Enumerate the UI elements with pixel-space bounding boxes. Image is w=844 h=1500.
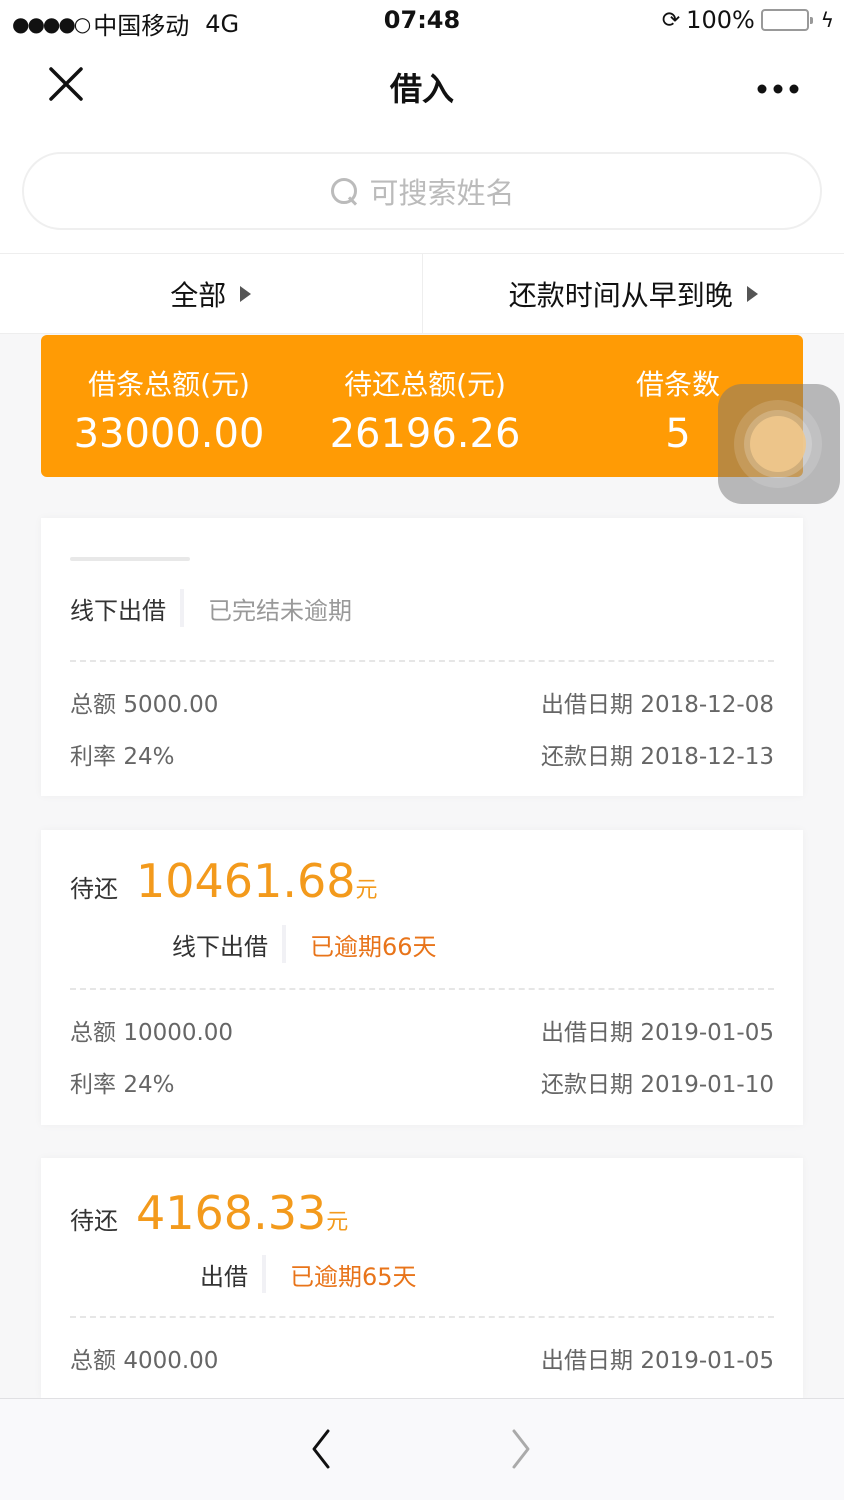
- back-button[interactable]: [300, 1427, 340, 1471]
- loan-tags: 出借 已逾期65天: [70, 1254, 774, 1294]
- more-icon: [757, 84, 799, 94]
- loan-repay-date: 还款日期 2019-01-10: [541, 1072, 774, 1098]
- loan-type: 线下出借: [70, 596, 166, 625]
- summary-due-label: 待还总额(元): [344, 368, 506, 401]
- due-amount: 10461.68: [136, 854, 356, 908]
- battery-percent: 100%: [686, 6, 755, 34]
- forward-button[interactable]: [500, 1427, 540, 1471]
- loan-tags: 线下出借 已完结未逾期: [70, 588, 774, 628]
- summary-panel: 借条总额(元) 33000.00 待还总额(元) 26196.26 借条数 5: [41, 335, 803, 477]
- assistive-touch-button[interactable]: [718, 384, 840, 504]
- page-title: 借入: [389, 70, 454, 108]
- loan-lend-date: 出借日期 2019-01-05: [541, 1020, 774, 1046]
- loan-due: 待还 10461.68元: [70, 830, 774, 908]
- loan-due: 待还 4168.33元: [70, 1158, 774, 1240]
- loan-status: 已完结未逾期: [208, 596, 352, 625]
- more-button[interactable]: [756, 62, 800, 106]
- loan-info: 总额 4000.00 出借日期 2019-01-05: [41, 1318, 803, 1384]
- nav-bar: 借入: [0, 44, 844, 130]
- chevron-right-icon: [512, 1429, 530, 1469]
- filter-label: 全部: [170, 278, 227, 312]
- search-section: 可搜索姓名: [0, 130, 844, 254]
- loan-card[interactable]: 线下出借 已完结未逾期 总额 5000.00 出借日期 2018-12-08 利…: [41, 518, 803, 796]
- loan-status: 已逾期65天: [290, 1262, 417, 1291]
- summary-due: 待还总额(元) 26196.26: [297, 335, 553, 477]
- due-label: 待还: [70, 1207, 118, 1235]
- loan-rate: 利率 24%: [70, 744, 175, 770]
- filter-sort-dropdown[interactable]: 还款时间从早到晚: [421, 254, 844, 333]
- loan-lend-date: 出借日期 2019-01-05: [541, 1348, 774, 1374]
- loan-total: 总额 4000.00: [70, 1348, 219, 1374]
- loan-info: 总额 5000.00 出借日期 2018-12-08 利率 24% 还款日期 2…: [41, 662, 803, 780]
- loan-type: 线下出借: [172, 932, 268, 961]
- loan-rate: 利率 24%: [70, 1072, 175, 1098]
- summary-total-value: 33000.00: [73, 411, 265, 457]
- loan-repay-date: 还款日期 2018-12-13: [541, 744, 774, 770]
- loan-status: 已逾期66天: [310, 932, 437, 961]
- status-bar: ●●●●○ 中国移动 4G 07:48 ⟳ 100% ϟ: [0, 0, 844, 44]
- loan-total: 总额 10000.00: [70, 1020, 234, 1046]
- loan-type: 出借: [200, 1262, 248, 1291]
- search-icon: [329, 176, 359, 206]
- borrower-name-redacted: [70, 518, 774, 588]
- filter-label: 还款时间从早到晚: [508, 278, 733, 312]
- loan-total: 总额 5000.00: [70, 692, 219, 718]
- caret-right-icon: [240, 285, 252, 302]
- charging-icon: ϟ: [820, 8, 834, 32]
- battery-icon: [760, 9, 813, 31]
- due-label: 待还: [70, 875, 118, 903]
- loan-card[interactable]: 待还 4168.33元 出借 已逾期65天 总额 4000.00 出借日期 20…: [41, 1158, 803, 1398]
- tag-divider: [180, 589, 184, 627]
- tag-divider: [262, 1255, 266, 1293]
- due-amount: 4168.33: [136, 1186, 327, 1240]
- search-placeholder: 可搜索姓名: [369, 176, 515, 210]
- due-unit: 元: [355, 878, 378, 903]
- loan-tags: 线下出借 已逾期66天: [70, 924, 774, 964]
- tag-divider: [282, 925, 286, 963]
- search-input[interactable]: 可搜索姓名: [22, 152, 822, 230]
- summary-due-value: 26196.26: [329, 411, 521, 457]
- loan-info: 总额 10000.00 出借日期 2019-01-05 利率 24% 还款日期 …: [41, 990, 803, 1108]
- summary-total: 借条总额(元) 33000.00: [41, 335, 297, 477]
- due-unit: 元: [326, 1210, 349, 1235]
- bottom-toolbar: [0, 1398, 844, 1500]
- summary-total-label: 借条总额(元): [88, 368, 250, 401]
- chevron-left-icon: [312, 1429, 330, 1469]
- filter-status-dropdown[interactable]: 全部: [0, 254, 422, 333]
- loan-lend-date: 出借日期 2018-12-08: [541, 692, 774, 718]
- caret-right-icon: [746, 285, 758, 302]
- rotation-lock-icon: ⟳: [661, 7, 681, 33]
- battery-info: ⟳ 100% ϟ: [662, 6, 834, 34]
- filter-bar: 全部 还款时间从早到晚: [0, 254, 844, 334]
- loan-card[interactable]: 待还 10461.68元 线下出借 已逾期66天 总额 10000.00 出借日…: [41, 830, 803, 1125]
